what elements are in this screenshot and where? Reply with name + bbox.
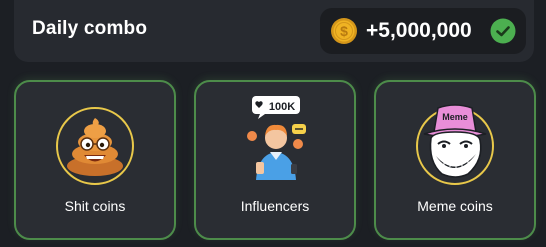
daily-combo-header: Daily combo $ +5,000,000 bbox=[14, 0, 534, 62]
coin-icon: $ bbox=[331, 18, 357, 44]
card-label: Shit coins bbox=[64, 198, 126, 214]
combo-card-meme-coins[interactable]: Meme Meme coins bbox=[374, 80, 536, 240]
reward-panel: $ +5,000,000 bbox=[320, 8, 526, 54]
follower-count: 100K bbox=[269, 101, 295, 113]
hat-label: Meme bbox=[442, 112, 468, 122]
svg-text:$: $ bbox=[340, 23, 348, 39]
daily-combo-title: Daily combo bbox=[32, 18, 148, 39]
card-label: Meme coins bbox=[417, 198, 493, 214]
trollface-meme-icon: Meme bbox=[416, 104, 494, 185]
card-label: Influencers bbox=[240, 198, 310, 214]
combo-card-influencers[interactable]: 100K Influencers bbox=[194, 80, 356, 240]
poop-emoji-icon bbox=[56, 107, 134, 185]
combo-card-shit-coins[interactable]: Shit coins bbox=[14, 80, 176, 240]
reward-amount: +5,000,000 bbox=[366, 19, 472, 42]
check-icon bbox=[490, 18, 516, 44]
influencer-avatar-icon: 100K bbox=[247, 96, 306, 180]
